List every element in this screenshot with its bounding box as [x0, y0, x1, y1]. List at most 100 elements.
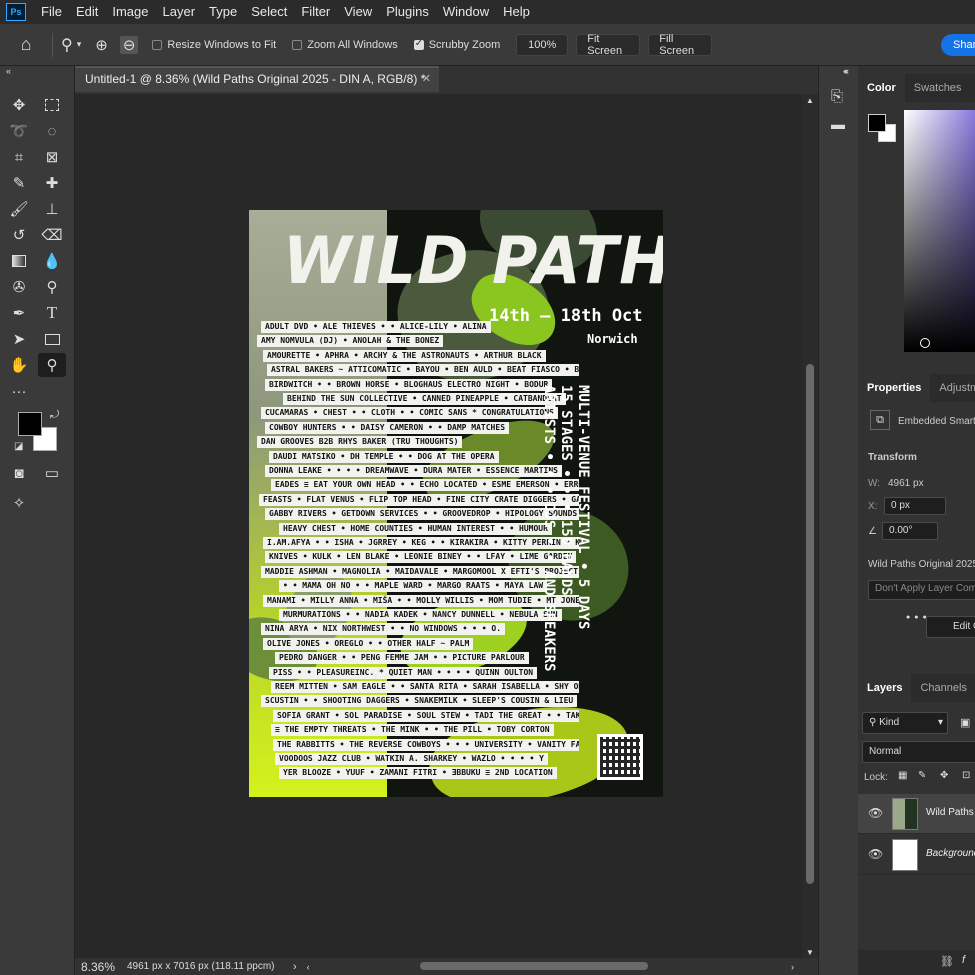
foreground-color-swatch[interactable]	[18, 412, 42, 436]
frame-icon[interactable]: ⊠	[38, 145, 66, 169]
path-select-icon[interactable]: ➤	[5, 327, 33, 351]
color-picker-field[interactable]	[904, 110, 975, 352]
lock-artboard-icon[interactable]: ⊡	[962, 770, 970, 781]
menu-layer[interactable]: Layer	[156, 0, 203, 24]
eyedropper-icon[interactable]: ✎	[5, 171, 33, 195]
burn-icon[interactable]: ⚲	[38, 275, 66, 299]
document-tab[interactable]: Untitled-1 @ 8.36% (Wild Paths Original …	[75, 66, 439, 92]
fill-screen-button[interactable]: Fill Screen	[648, 33, 713, 57]
vertical-scrollbar[interactable]: ▲ ▼	[802, 94, 818, 959]
tab-channels[interactable]: Channels	[911, 674, 975, 702]
link-layers-icon[interactable]: ⛓	[940, 955, 954, 968]
chevron-down-icon[interactable]: ▾	[77, 39, 82, 50]
scroll-down-icon[interactable]: ▼	[806, 948, 814, 957]
stamp-icon[interactable]: ⊥	[38, 197, 66, 221]
swap-colors-icon[interactable]: ⤾	[50, 409, 59, 422]
type-icon[interactable]: T	[38, 301, 66, 325]
lock-transparent-icon[interactable]: ▦	[898, 770, 907, 781]
menu-plugins[interactable]: Plugins	[379, 0, 436, 24]
healing-icon[interactable]: ✚	[38, 171, 66, 195]
blend-mode-dropdown[interactable]: Normal	[862, 741, 975, 763]
photoshop-logo[interactable]: Ps	[6, 3, 26, 21]
default-colors-icon[interactable]: ◪	[14, 441, 23, 452]
home-icon[interactable]: ⌂	[8, 34, 44, 55]
layer-name[interactable]: Wild Paths	[926, 807, 974, 818]
quick-mask-icon[interactable]: ◙	[5, 461, 33, 485]
menu-filter[interactable]: Filter	[294, 0, 337, 24]
zoom-percent-button[interactable]: 100%	[516, 33, 569, 56]
share-button[interactable]: Share	[941, 34, 975, 56]
lock-position-icon[interactable]: ✥	[940, 770, 948, 781]
zoom-icon[interactable]: ⚲	[38, 353, 66, 377]
width-value[interactable]: 4961 px	[888, 478, 924, 489]
marquee-icon[interactable]	[38, 93, 66, 117]
image-filter-icon[interactable]: ▣	[960, 716, 970, 729]
blur-icon[interactable]: 💧	[38, 249, 66, 273]
menu-select[interactable]: Select	[244, 0, 294, 24]
dodge-icon[interactable]: ✇	[5, 275, 33, 299]
menu-image[interactable]: Image	[105, 0, 155, 24]
tab-swatches[interactable]: Swatches	[905, 74, 971, 102]
scroll-left-icon[interactable]: ‹	[307, 962, 310, 972]
tab-adjustments[interactable]: Adjustm	[930, 374, 975, 402]
hand-icon[interactable]: ✋	[5, 353, 33, 377]
zoom-tool-icon[interactable]: ⚲	[61, 35, 73, 55]
lasso-icon[interactable]: ➰	[5, 119, 33, 143]
visibility-eye-icon[interactable]: 👁	[868, 847, 883, 861]
x-position-field[interactable]: 0 px	[884, 497, 946, 515]
menu-view[interactable]: View	[337, 0, 379, 24]
foreground-color-swatch[interactable]	[868, 114, 886, 132]
layer-row-background[interactable]: 👁 Background	[858, 835, 975, 875]
menu-help[interactable]: Help	[496, 0, 537, 24]
comments-panel-icon[interactable]: ▬	[831, 116, 845, 132]
scrubby-zoom-checkbox[interactable]: Scrubby Zoom	[413, 38, 500, 51]
scroll-up-icon[interactable]: ▲	[806, 96, 814, 105]
tab-gradients[interactable]: G	[970, 74, 975, 102]
scroll-right-icon[interactable]: ›	[791, 962, 794, 972]
lock-pixels-icon[interactable]: ✎	[918, 770, 926, 781]
history-brush-icon[interactable]: ↺	[5, 223, 33, 247]
fx-icon[interactable]: f	[962, 954, 965, 966]
visibility-eye-icon[interactable]: 👁	[868, 806, 883, 820]
generative-icon[interactable]: ✧	[5, 491, 33, 515]
close-icon[interactable]: ✕	[422, 68, 431, 90]
poster-artwork[interactable]: WILD PATHS 14th – 18th Oct Norwich ADULT…	[249, 210, 663, 797]
layer-kind-filter[interactable]: ⚲ Kind ▾	[862, 712, 948, 734]
collapse-icon[interactable]: «	[6, 66, 11, 76]
pen-icon[interactable]: ✒	[5, 301, 33, 325]
zoom-all-windows-checkbox[interactable]: Zoom All Windows	[292, 39, 398, 51]
layer-comp-dropdown[interactable]: Don't Apply Layer Com	[868, 580, 975, 600]
more-tools-icon[interactable]: ···	[5, 379, 33, 403]
zoom-level[interactable]: 8.36%	[75, 960, 127, 974]
gradient-icon[interactable]	[5, 249, 33, 273]
resize-windows-checkbox[interactable]: Resize Windows to Fit	[152, 39, 276, 51]
zoom-out-icon[interactable]: ⊖	[119, 35, 139, 54]
brush-icon[interactable]: 🖌	[5, 197, 33, 221]
angle-field[interactable]: 0.00°	[882, 522, 938, 540]
crop-icon[interactable]: ⌗	[5, 145, 33, 169]
quick-select-icon[interactable]: ◌	[38, 119, 66, 143]
history-panel-icon[interactable]: ⎘	[831, 88, 843, 105]
tab-color[interactable]: Color	[858, 74, 905, 102]
smart-object-icon: ⧉	[870, 410, 890, 430]
menu-file[interactable]: File	[34, 0, 69, 24]
menu-edit[interactable]: Edit	[69, 0, 105, 24]
eraser-icon[interactable]: ⌫	[38, 223, 66, 247]
lock-label: Lock:	[864, 772, 888, 783]
tab-properties[interactable]: Properties	[858, 374, 931, 402]
fit-screen-button[interactable]: Fit Screen	[576, 33, 641, 57]
layer-row-wild-paths[interactable]: 👁 Wild Paths	[858, 794, 975, 834]
zoom-in-icon[interactable]: ⊕	[95, 36, 108, 54]
rectangle-icon[interactable]	[38, 327, 66, 351]
tab-layers[interactable]: Layers	[858, 674, 912, 702]
vertical-scroll-thumb[interactable]	[806, 364, 814, 884]
edit-contents-button[interactable]: Edit C	[926, 616, 975, 638]
menu-window[interactable]: Window	[436, 0, 496, 24]
menu-type[interactable]: Type	[202, 0, 244, 24]
move-icon[interactable]: ✥	[5, 93, 33, 117]
layer-name[interactable]: Background	[926, 848, 975, 859]
screen-mode-icon[interactable]: ▭	[38, 461, 66, 485]
horizontal-scroll-thumb[interactable]	[420, 962, 648, 970]
collapse-icon[interactable]: «	[844, 66, 849, 76]
status-menu-icon[interactable]: ›	[293, 961, 297, 973]
